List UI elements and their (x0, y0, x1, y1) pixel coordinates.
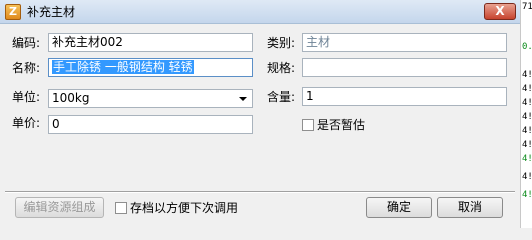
unit-label: 单位: (12, 90, 41, 104)
content-label: 含量: (267, 90, 296, 104)
name-field[interactable]: 手工除锈 一般钢结构 轻锈 (48, 58, 253, 77)
content-field[interactable]: 1 (302, 87, 507, 106)
save-archive-checkbox[interactable] (115, 202, 127, 214)
window-title: 补充主材 (27, 5, 76, 19)
save-archive-label: 存档以方便下次调用 (130, 201, 239, 215)
name-label: 名称: (12, 61, 41, 75)
background-window-strip: 71 0. 4! 4! 4! 4! 4! 4! 4! 4! 4! (520, 0, 532, 228)
spec-label: 规格: (267, 61, 296, 75)
category-field[interactable]: 主材 (302, 33, 507, 52)
name-field-selected-text: 手工除锈 一般钢结构 轻锈 (52, 60, 194, 74)
strip-text-8: 4! (522, 140, 532, 150)
strip-text-5: 4! (522, 98, 532, 108)
strip-text-9: 4! (522, 154, 532, 164)
code-field[interactable]: 补充主材002 (48, 33, 253, 52)
price-label: 单价: (12, 116, 41, 130)
strip-text-3: 4! (522, 70, 532, 80)
unit-select[interactable]: 100kg (48, 89, 253, 108)
provisional-checkbox[interactable] (302, 119, 314, 131)
category-label: 类别: (267, 36, 296, 50)
strip-text-2: 0. (522, 42, 532, 52)
cancel-button[interactable]: 取消 (437, 197, 503, 218)
strip-text-1: 71 (522, 2, 532, 12)
strip-text-10: 4! (522, 172, 532, 182)
price-field[interactable]: 0 (48, 115, 253, 134)
provisional-label: 是否暂估 (317, 118, 366, 132)
strip-text-6: 4! (522, 112, 532, 122)
strip-text-11: 4! (522, 190, 532, 200)
strip-text-4: 4! (522, 84, 532, 94)
edit-resources-button[interactable]: 编辑资源组成 (15, 197, 104, 218)
close-button[interactable]: X (484, 3, 516, 20)
title-bar: Z 补充主材 X (0, 0, 532, 24)
footer-separator (5, 191, 515, 193)
unit-select-value: 100kg (52, 91, 90, 105)
code-label: 编码: (12, 36, 41, 50)
spec-field[interactable] (302, 58, 507, 77)
ok-button[interactable]: 确定 (366, 197, 432, 218)
chevron-down-icon[interactable] (239, 97, 247, 101)
strip-text-7: 4! (522, 126, 532, 136)
app-icon: Z (5, 4, 21, 20)
